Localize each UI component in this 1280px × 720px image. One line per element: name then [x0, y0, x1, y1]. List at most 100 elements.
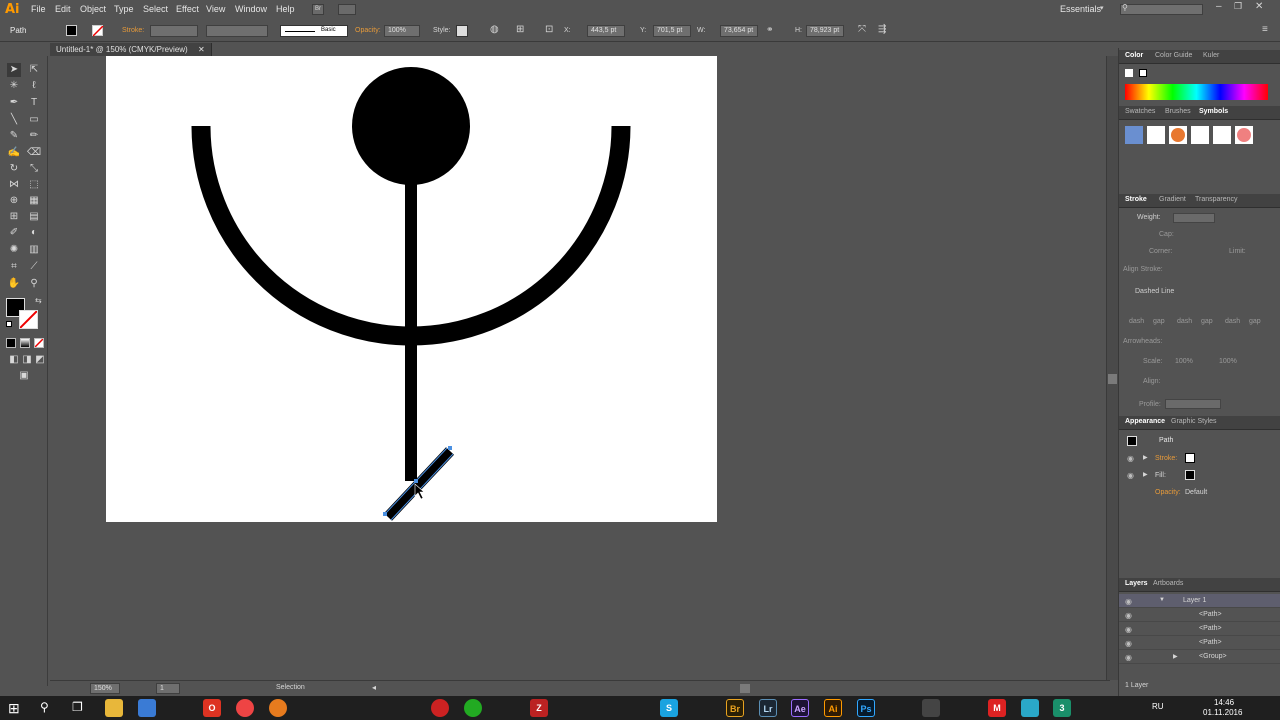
blob-brush-tool-icon[interactable]: ✍	[7, 146, 21, 160]
brush-definition-field[interactable]: Basic	[280, 25, 348, 37]
help-search-input[interactable]	[1120, 4, 1203, 15]
free-transform-tool-icon[interactable]: ⬚	[27, 178, 41, 192]
lasso-tool-icon[interactable]: ℓ	[27, 79, 41, 93]
layer-row[interactable]: ◉ ▼ Layer 1	[1119, 594, 1280, 608]
app-icon[interactable]	[431, 699, 449, 717]
illustrator-app-icon[interactable]: Ai	[824, 699, 842, 717]
symbol-thumb[interactable]	[1147, 126, 1165, 144]
scale-end-field[interactable]: 100%	[1219, 358, 1237, 365]
symbol-sprayer-tool-icon[interactable]: ✺	[7, 243, 21, 257]
profile-select[interactable]	[1165, 399, 1221, 409]
eraser-tool-icon[interactable]: ⌫	[27, 146, 41, 160]
menu-select[interactable]: Select	[143, 4, 168, 14]
chevron-down-icon[interactable]: ▾	[1100, 4, 1104, 12]
bridge-app-icon[interactable]: Br	[726, 699, 744, 717]
stroke-weight-field[interactable]	[150, 25, 198, 37]
eye-icon[interactable]: ◉	[1125, 611, 1132, 620]
gradient-tool-icon[interactable]: ▤	[27, 210, 41, 224]
pencil-tool-icon[interactable]: ✏	[27, 129, 41, 143]
menu-edit[interactable]: Edit	[55, 4, 71, 14]
appearance-stroke-label[interactable]: Stroke:	[1155, 455, 1177, 462]
eye-icon[interactable]: ◉	[1125, 625, 1132, 634]
menu-window[interactable]: Window	[235, 4, 267, 14]
menu-help[interactable]: Help	[276, 4, 295, 14]
menu-file[interactable]: File	[31, 4, 46, 14]
layer-name[interactable]: Layer 1	[1183, 597, 1206, 604]
color-spectrum[interactable]	[1125, 84, 1268, 100]
close-icon[interactable]: ✕	[1255, 1, 1263, 12]
close-tab-icon[interactable]: ✕	[198, 45, 205, 54]
layer-name[interactable]: <Path>	[1199, 639, 1222, 646]
artboard-number-field[interactable]: 1	[156, 683, 180, 694]
windows-start-icon[interactable]: ⊞	[8, 700, 20, 717]
line-tool-icon[interactable]: ╲	[7, 113, 21, 127]
clock-date[interactable]: 01.11.2016	[1203, 708, 1242, 717]
expand-icon[interactable]: ▶	[1143, 471, 1148, 478]
menu-type[interactable]: Type	[114, 4, 134, 14]
filezilla-icon[interactable]: Z	[530, 699, 548, 717]
tab-brushes[interactable]: Brushes	[1165, 108, 1191, 115]
paintbrush-tool-icon[interactable]: ✎	[7, 129, 21, 143]
eye-icon[interactable]: ◉	[1127, 471, 1134, 480]
color-mode-icon[interactable]	[6, 338, 16, 348]
scale-start-field[interactable]: 100%	[1175, 358, 1193, 365]
column-graph-tool-icon[interactable]: ▥	[27, 243, 41, 257]
status-arrow-icon[interactable]: ◂	[372, 683, 376, 692]
default-colors-icon[interactable]	[6, 321, 12, 327]
screen-mode-icon[interactable]: ▣	[17, 369, 31, 383]
layer-row[interactable]: ◉ <Path>	[1119, 636, 1280, 650]
search-icon[interactable]: ⚲	[40, 700, 49, 714]
tab-graphic-styles[interactable]: Graphic Styles	[1171, 418, 1217, 425]
tab-stroke[interactable]: Stroke	[1125, 196, 1147, 203]
layer-name[interactable]: <Path>	[1199, 625, 1222, 632]
chrome-icon[interactable]	[236, 699, 254, 717]
blend-tool-icon[interactable]: ◐	[27, 226, 41, 240]
rotate-tool-icon[interactable]: ↻	[7, 162, 21, 176]
task-view-icon[interactable]: ❐	[72, 700, 83, 714]
opacity-field[interactable]: 100%	[384, 25, 420, 37]
slice-tool-icon[interactable]: ⟋	[27, 260, 41, 274]
eye-icon[interactable]: ◉	[1125, 639, 1132, 648]
tab-artboards[interactable]: Artboards	[1153, 580, 1183, 587]
current-tool-status[interactable]: Selection	[276, 684, 305, 691]
gradient-mode-icon[interactable]	[20, 338, 30, 348]
symbol-thumb[interactable]	[1125, 126, 1143, 144]
symbol-thumb[interactable]	[1213, 126, 1231, 144]
symbol-thumb[interactable]	[1235, 126, 1253, 144]
panel-menu-icon[interactable]: ≡	[1262, 24, 1268, 35]
document-tab[interactable]: Untitled-1* @ 150% (CMYK/Preview) ✕	[50, 43, 212, 56]
recolor-icon[interactable]: ◍	[490, 24, 499, 35]
eye-icon[interactable]: ◉	[1125, 653, 1132, 662]
app-icon[interactable]	[464, 699, 482, 717]
scale-tool-icon[interactable]: ⤡	[27, 162, 41, 176]
magic-wand-tool-icon[interactable]: ✳	[7, 79, 21, 93]
vertical-scrollbar[interactable]	[1106, 56, 1118, 680]
dashed-line-checkbox[interactable]: Dashed Line	[1135, 288, 1174, 295]
calculator-icon[interactable]	[922, 699, 940, 717]
app-icon[interactable]: M	[988, 699, 1006, 717]
skype-icon[interactable]: S	[660, 699, 678, 717]
eyedropper-tool-icon[interactable]: ✐	[7, 226, 21, 240]
expand-icon[interactable]: ▶	[1143, 454, 1148, 461]
layer-name[interactable]: <Group>	[1199, 653, 1227, 660]
menu-view[interactable]: View	[206, 4, 225, 14]
direct-selection-tool-icon[interactable]: ⇱	[27, 63, 41, 77]
eye-icon[interactable]: ◉	[1125, 597, 1132, 606]
align-icon[interactable]: ⊞	[516, 24, 524, 35]
draw-inside-icon[interactable]: ◩	[33, 353, 47, 367]
appearance-stroke-swatch[interactable]	[1185, 453, 1195, 463]
isolate-icon[interactable]: ⇶	[878, 24, 886, 35]
draw-normal-icon[interactable]: ◧	[7, 353, 21, 367]
appearance-fill-label[interactable]: Fill:	[1155, 472, 1166, 479]
symbol-thumb[interactable]	[1169, 126, 1187, 144]
tab-color[interactable]: Color	[1125, 52, 1143, 59]
layer-row[interactable]: ◉ ▶ <Group>	[1119, 650, 1280, 664]
draw-behind-icon[interactable]: ◨	[20, 353, 34, 367]
collapse-icon[interactable]: ▼	[1159, 597, 1165, 603]
w-field[interactable]: 73,654 pt	[720, 25, 758, 37]
tab-layers[interactable]: Layers	[1125, 580, 1148, 587]
clock-time[interactable]: 14:46	[1214, 698, 1234, 707]
tab-transparency[interactable]: Transparency	[1195, 196, 1238, 203]
lightroom-app-icon[interactable]: Lr	[759, 699, 777, 717]
stroke-weight-input[interactable]	[1173, 213, 1215, 223]
